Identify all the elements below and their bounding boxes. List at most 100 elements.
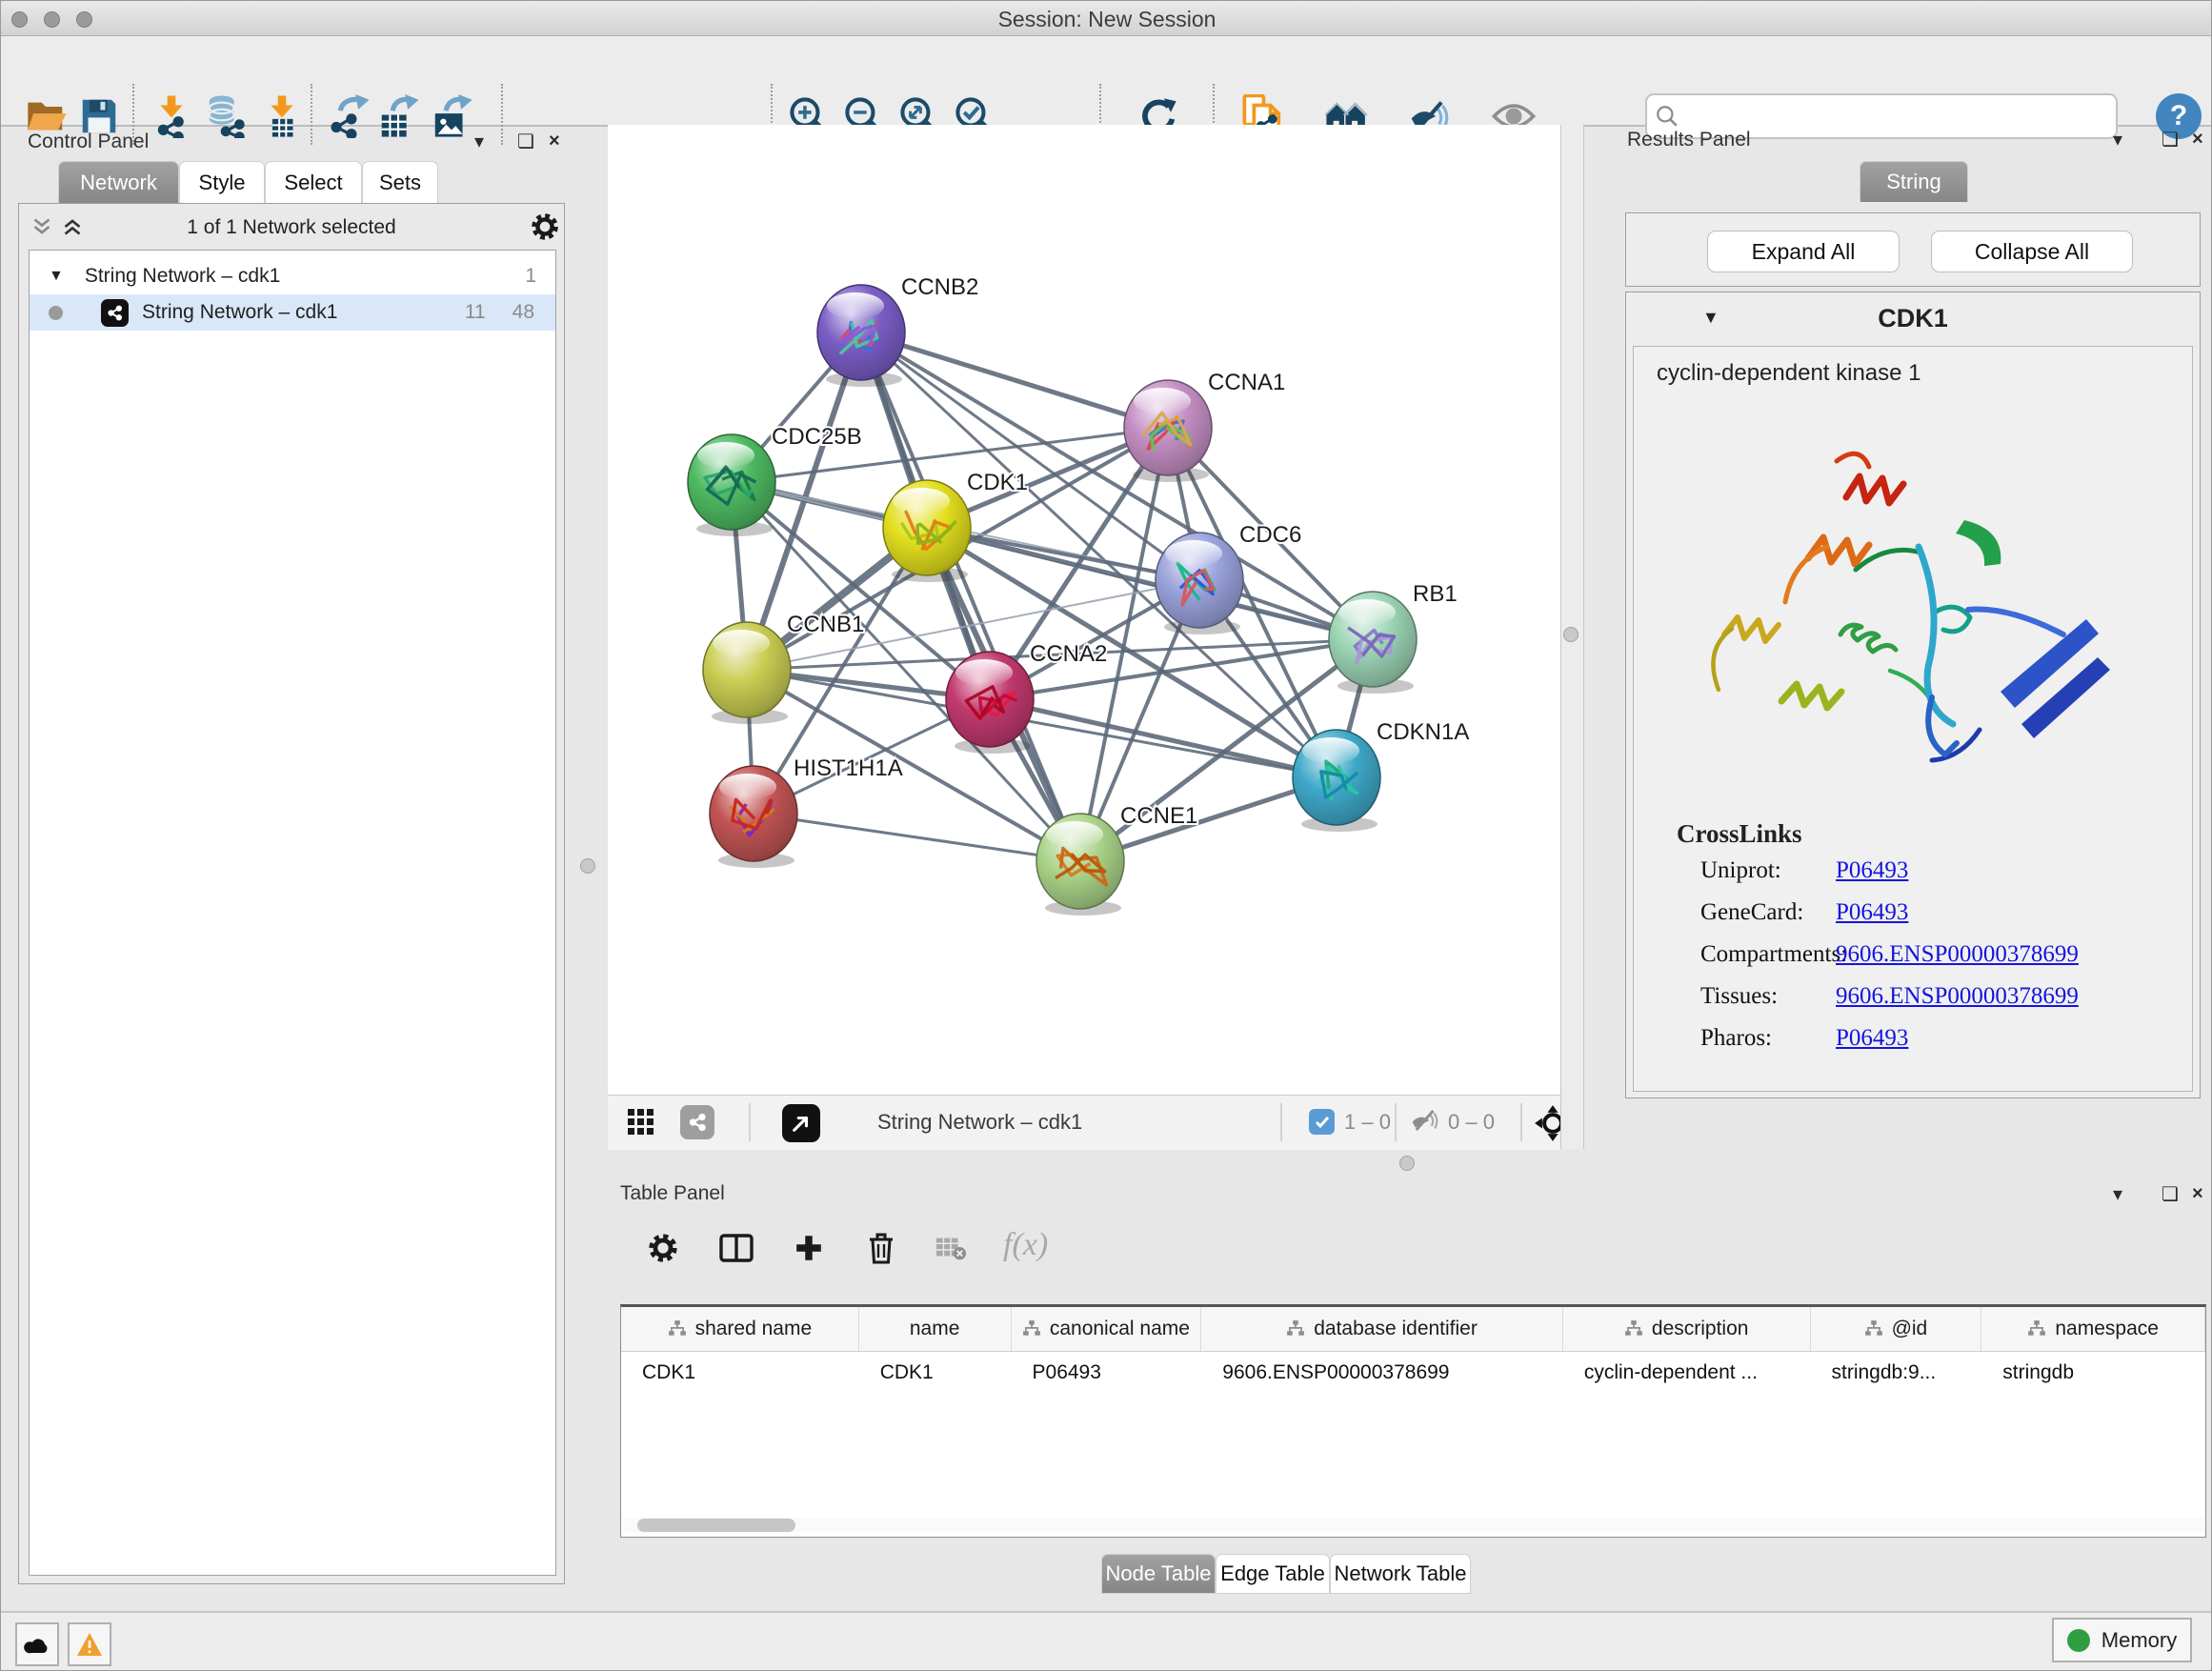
nv-separator (1395, 1103, 1397, 1141)
control-panel-title: Control Panel (28, 131, 149, 153)
node-CCNB2[interactable]: CCNB2 (817, 274, 978, 387)
node-label-CCNA2: CCNA2 (1030, 641, 1107, 667)
column-header--id[interactable]: @id (1811, 1307, 1982, 1351)
node-label-HIST1H1A: HIST1H1A (794, 755, 903, 781)
edge-HIST1H1A-CCNE1[interactable] (754, 814, 1080, 861)
column-header-namespace[interactable]: namespace (1981, 1307, 2205, 1351)
node-count: 11 (465, 301, 486, 324)
network-collection-row[interactable]: ▼ String Network – cdk1 1 (30, 258, 555, 294)
tab-sets[interactable]: Sets (362, 161, 438, 204)
cell--id[interactable]: stringdb:9... (1811, 1352, 1982, 1394)
table-panel-collapse-icon[interactable]: ▾ (2113, 1185, 2122, 1204)
hidden-node-edge-counts: 0 – 0 (1448, 1110, 1495, 1135)
bottom-splitter-handle[interactable] (1399, 1156, 1415, 1171)
network-status-dot (49, 306, 63, 320)
collection-count: 1 (525, 265, 536, 288)
tab-string[interactable]: String (1860, 161, 1968, 202)
cell-name[interactable]: CDK1 (859, 1352, 1012, 1394)
network-view-toolbar: String Network – cdk1 1 – 0 0 – 0 (608, 1095, 1560, 1151)
cell-database-identifier[interactable]: 9606.ENSP00000378699 (1201, 1352, 1563, 1394)
table-panel-close-icon[interactable]: × (2192, 1184, 2203, 1203)
tab-select[interactable]: Select (265, 161, 362, 204)
expand-all-button[interactable]: Expand All (1707, 231, 1900, 272)
node-label-CCNB1: CCNB1 (787, 612, 864, 637)
node-RB1[interactable]: RB1 (1329, 581, 1458, 694)
network-options-gear-icon[interactable] (530, 211, 560, 247)
node-CCNE1[interactable]: CCNE1 (1036, 803, 1197, 916)
column-type-icon (1864, 1319, 1883, 1339)
results-actions-box: Expand All Collapse All (1625, 212, 2201, 287)
column-header-canonical-name[interactable]: canonical name (1012, 1307, 1202, 1351)
node-label-CCNE1: CCNE1 (1120, 803, 1197, 829)
column-label: description (1652, 1318, 1749, 1340)
column-type-icon (1624, 1319, 1643, 1339)
node-CDK1[interactable]: CDK1 (883, 470, 1028, 582)
tab-style[interactable]: Style (179, 161, 265, 204)
cell-description[interactable]: cyclin-dependent ... (1563, 1352, 1811, 1394)
show-columns-icon[interactable] (712, 1223, 761, 1273)
delete-table-icon-disabled (926, 1223, 975, 1273)
memory-button[interactable]: Memory (2052, 1618, 2192, 1662)
cell-shared-name[interactable]: CDK1 (621, 1352, 859, 1394)
control-panel-collapse-icon[interactable]: ▾ (474, 132, 484, 151)
column-type-icon (668, 1319, 687, 1339)
tab-network-table[interactable]: Network Table (1330, 1554, 1471, 1594)
column-type-icon (1286, 1319, 1305, 1339)
column-label: shared name (695, 1318, 813, 1340)
string-view-icon[interactable] (680, 1105, 714, 1139)
selected-checkbox[interactable] (1309, 1109, 1335, 1135)
results-panel-close-icon[interactable]: × (2192, 130, 2203, 149)
collapse-all-button[interactable]: Collapse All (1931, 231, 2133, 272)
network-tree: ▼ String Network – cdk1 1 Str (29, 250, 556, 1576)
table-header-row: shared name name canonical name database id… (621, 1307, 2205, 1352)
edge-CCNB2-CCNA1[interactable] (861, 332, 1168, 428)
results-panel-float-icon[interactable]: ❏ (2162, 131, 2179, 150)
add-column-icon[interactable] (784, 1223, 834, 1273)
results-entry-box: ▼ CDK1 cyclin-dependent kinase 1 (1625, 292, 2201, 1098)
column-header-name[interactable]: name (859, 1307, 1012, 1351)
results-panel-collapse-icon[interactable]: ▾ (2113, 131, 2122, 150)
birds-eye-view-button[interactable] (782, 1104, 820, 1142)
function-builder-icon-disabled: f(x) (1003, 1227, 1048, 1263)
node-label-CDC6: CDC6 (1239, 522, 1301, 548)
node-HIST1H1A[interactable]: HIST1H1A (710, 755, 903, 868)
network-canvas[interactable]: CCNB2CCNA1CDC25BCDK1CDC6RB1CCNB1CCNA2CDK… (608, 125, 1560, 1095)
crosslink-link[interactable]: P06493 (1836, 899, 1908, 926)
table-row[interactable]: CDK1CDK1P064939606.ENSP00000378699cyclin… (621, 1352, 2205, 1394)
cloud-button[interactable] (15, 1622, 59, 1666)
entry-gene-name: CDK1 (1626, 304, 2200, 333)
crosslink-link[interactable]: 9606.ENSP00000378699 (1836, 983, 2079, 1010)
cell-canonical-name[interactable]: P06493 (1012, 1352, 1202, 1394)
crosslink-link[interactable]: P06493 (1836, 1025, 1908, 1052)
tab-network[interactable]: Network (58, 161, 179, 204)
network-selection-summary: 1 of 1 Network selected (19, 216, 564, 239)
column-header-database-identifier[interactable]: database identifier (1201, 1307, 1563, 1351)
node-CDKN1A[interactable]: CDKN1A (1293, 719, 1469, 832)
grid-view-icon[interactable] (627, 1108, 655, 1141)
warnings-button[interactable] (68, 1622, 111, 1666)
column-label: database identifier (1314, 1318, 1478, 1340)
column-header-shared-name[interactable]: shared name (621, 1307, 859, 1351)
crosslink-row: Compartments:9606.ENSP00000378699 (1634, 941, 2192, 983)
table-panel-float-icon[interactable]: ❏ (2162, 1185, 2179, 1204)
network-row-selected[interactable]: String Network – cdk1 11 48 (30, 294, 555, 331)
scrollbar-thumb[interactable] (637, 1519, 795, 1532)
tab-edge-table[interactable]: Edge Table (1216, 1554, 1330, 1594)
table-panel-title: Table Panel (620, 1182, 725, 1205)
control-panel-close-icon[interactable]: × (549, 131, 560, 151)
tab-node-table[interactable]: Node Table (1101, 1554, 1216, 1594)
cell-namespace[interactable]: stringdb (1981, 1352, 2205, 1394)
horizontal-scrollbar[interactable] (622, 1518, 2204, 1533)
left-splitter-handle[interactable] (580, 858, 595, 874)
column-header-description[interactable]: description (1563, 1307, 1811, 1351)
column-label: namespace (2055, 1318, 2159, 1340)
delete-column-trash-icon[interactable] (856, 1223, 906, 1273)
crosslink-link[interactable]: 9606.ENSP00000378699 (1836, 941, 2079, 968)
selected-node-edge-counts: 1 – 0 (1344, 1110, 1391, 1135)
table-options-gear-icon[interactable] (638, 1223, 688, 1273)
control-panel-float-icon[interactable]: ❏ (517, 132, 534, 151)
right-splitter-handle[interactable] (1563, 627, 1579, 642)
column-label: name (910, 1318, 960, 1340)
tree-expander-icon[interactable]: ▼ (49, 268, 64, 285)
crosslink-link[interactable]: P06493 (1836, 857, 1908, 884)
